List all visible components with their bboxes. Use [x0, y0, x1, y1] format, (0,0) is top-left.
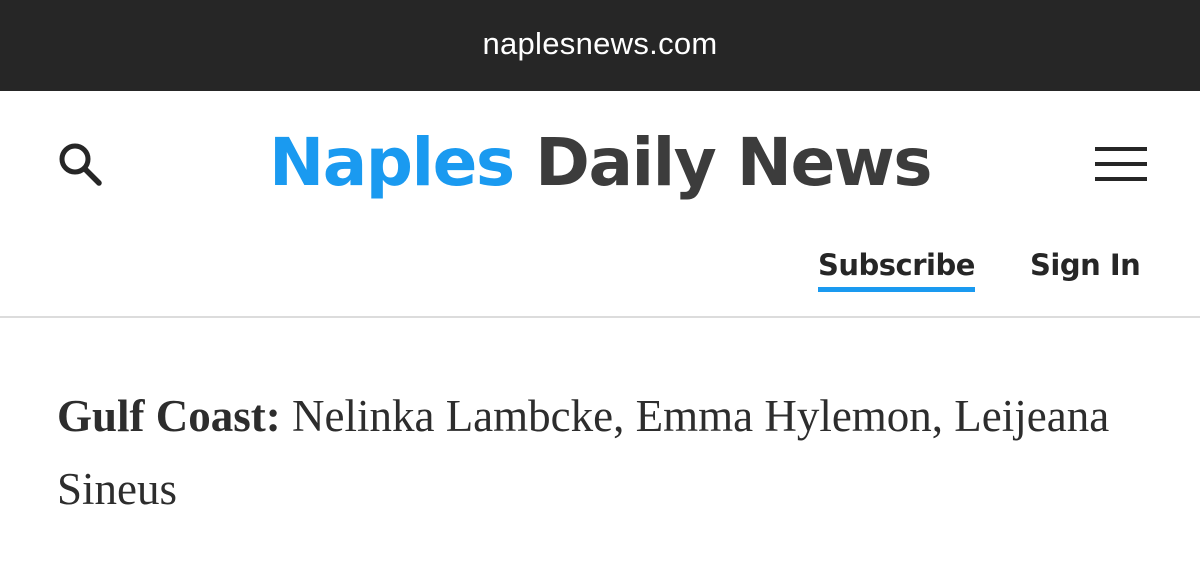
region-label: Gulf Coast: — [57, 391, 281, 441]
subscribe-link[interactable]: Subscribe — [818, 248, 975, 292]
menu-button[interactable] — [1088, 134, 1154, 194]
hamburger-menu-icon-line — [1095, 177, 1147, 181]
article-paragraph: Gulf Coast: Nelinka Lambcke, Emma Hylemo… — [57, 380, 1157, 526]
sign-in-link[interactable]: Sign In — [1030, 248, 1141, 282]
logo-daily-news: Daily News — [535, 124, 932, 201]
logo-naples: Naples — [269, 124, 515, 201]
hamburger-menu-icon — [1095, 147, 1147, 151]
site-logo[interactable]: Naples Daily News — [0, 118, 1200, 208]
url-text[interactable]: naplesnews.com — [482, 26, 717, 62]
hamburger-menu-icon-line — [1095, 162, 1147, 166]
browser-url-bar[interactable]: naplesnews.com — [0, 0, 1200, 91]
header-divider — [0, 316, 1200, 318]
